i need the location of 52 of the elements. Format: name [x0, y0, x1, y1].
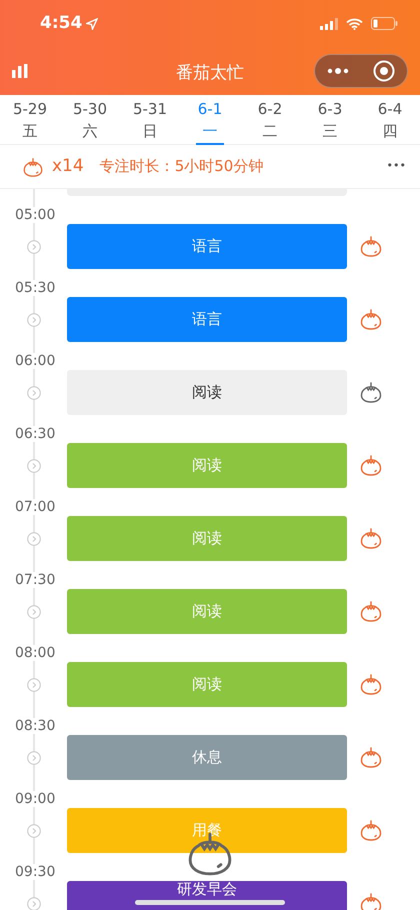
tomato-icon — [22, 156, 44, 178]
wifi-icon — [346, 18, 363, 30]
time-label: 07:00 — [15, 499, 56, 515]
time-label: 08:00 — [15, 645, 56, 661]
chevron-circle-icon[interactable] — [27, 678, 41, 692]
date-tab[interactable]: 5-31 日 — [120, 95, 180, 144]
time-label: 07:30 — [15, 572, 56, 588]
page-title: 番茄太忙 — [176, 62, 244, 85]
chevron-circle-icon[interactable] — [27, 532, 41, 546]
chevron-circle-icon[interactable] — [27, 313, 41, 327]
time-label: 05:30 — [15, 280, 56, 296]
tomato-icon — [359, 526, 383, 550]
time-label: 08:30 — [15, 718, 56, 734]
time-label: 06:30 — [15, 426, 56, 442]
tomato-count: x14 — [52, 154, 84, 178]
date-tab[interactable]: 6-4 四 — [360, 95, 420, 144]
signal-icon — [320, 18, 338, 30]
tomato-icon — [359, 818, 383, 842]
task-block[interactable]: 语言 — [67, 224, 347, 269]
chevron-circle-icon[interactable] — [27, 824, 41, 838]
chevron-circle-icon[interactable] — [27, 459, 41, 473]
time-label: 09:00 — [15, 791, 56, 807]
time-label: 05:00 — [15, 207, 56, 223]
date-tab[interactable]: 6-3 三 — [300, 95, 360, 144]
tomato-icon — [359, 234, 383, 258]
chevron-circle-icon[interactable] — [27, 386, 41, 400]
tomato-icon — [359, 672, 383, 696]
battery-icon — [371, 17, 398, 30]
task-block[interactable]: 阅读 — [67, 370, 347, 415]
task-block[interactable]: 语言 — [67, 297, 347, 342]
chevron-circle-icon[interactable] — [27, 240, 41, 254]
more-dots-icon[interactable] — [327, 67, 349, 75]
task-block[interactable]: 研发早会 — [67, 881, 347, 910]
chevron-circle-icon[interactable] — [27, 605, 41, 619]
chevron-circle-icon[interactable] — [27, 751, 41, 765]
focus-duration: 专注时长：5小时50分钟 — [100, 156, 264, 178]
tomato-icon — [359, 452, 383, 477]
time-label: 06:00 — [15, 353, 56, 369]
tomato-icon — [359, 744, 383, 769]
location-arrow-icon — [86, 18, 98, 30]
date-tab[interactable]: 6-2 二 — [240, 95, 300, 144]
more-button[interactable]: ••• — [386, 158, 406, 175]
time-label: 09:30 — [15, 864, 56, 880]
tomato-icon — [359, 306, 383, 331]
tomato-icon — [359, 890, 383, 910]
date-tab[interactable]: 6-1 一 — [180, 95, 240, 144]
stats-icon[interactable] — [12, 64, 28, 78]
date-tab[interactable]: 5-29 五 — [0, 95, 60, 144]
tomato-icon — [359, 380, 383, 404]
tomato-icon — [359, 598, 383, 623]
date-tab[interactable]: 5-30 六 — [60, 95, 120, 144]
status-time: 4:54 — [40, 12, 82, 35]
